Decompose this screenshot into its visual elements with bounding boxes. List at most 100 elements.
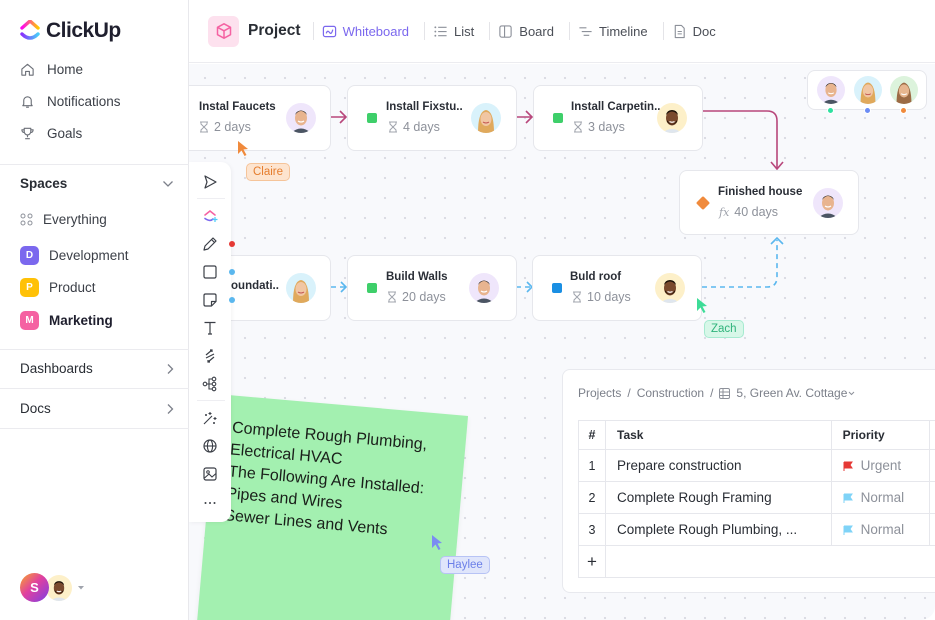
tab-timeline[interactable]: Timeline	[570, 24, 663, 39]
docs-item[interactable]: Docs	[20, 401, 174, 416]
spaces-header[interactable]: Spaces	[20, 176, 174, 191]
breadcrumb-item[interactable]: Construction	[637, 386, 704, 400]
assignee-cell[interactable]	[929, 481, 935, 514]
clickup-logo-icon	[20, 20, 40, 40]
column-header[interactable]: #	[578, 420, 606, 450]
tool-text[interactable]	[202, 320, 218, 336]
chevron-down-icon[interactable]	[162, 180, 174, 188]
milestone-diamond	[695, 195, 711, 211]
assignee-cell[interactable]	[929, 513, 935, 546]
add-row-empty[interactable]	[605, 545, 935, 578]
nav-goals[interactable]: Goals	[20, 126, 82, 141]
chevron-down-icon[interactable]	[848, 391, 855, 396]
table-row[interactable]: 1 Prepare construction Urgent	[578, 449, 935, 482]
status-square	[367, 113, 377, 123]
connector-icon	[205, 349, 215, 363]
space-label: Development	[49, 248, 129, 263]
breadcrumb-item[interactable]: Projects	[578, 386, 621, 400]
column-header[interactable]: Priority	[830, 420, 931, 450]
sticky-note[interactable]: Complete Rough Plumbing, Electrical HVAC…	[192, 394, 469, 620]
tab-whiteboard[interactable]: Whiteboard	[314, 24, 424, 39]
tool-connector[interactable]	[202, 348, 218, 364]
embedded-list-view: Projects / Construction / 5, Green Av. C…	[562, 369, 935, 593]
cursor-label-claire: Claire	[246, 163, 291, 181]
whiteboard-toolbar	[189, 162, 235, 522]
add-row[interactable]: +	[578, 545, 935, 578]
collaborator-avatar[interactable]	[817, 76, 845, 104]
tool-image[interactable]	[202, 466, 218, 482]
brand-name: ClickUp	[46, 19, 121, 42]
clickup-logo[interactable]: ClickUp	[20, 19, 121, 43]
tool-pointer[interactable]	[202, 174, 218, 190]
priority-cell[interactable]: Urgent	[830, 449, 931, 482]
tab-list[interactable]: List	[425, 24, 489, 39]
text-icon	[204, 321, 216, 335]
chevron-right-icon	[167, 403, 174, 414]
project-title: Project	[248, 22, 301, 39]
task-name[interactable]: Prepare construction	[605, 449, 832, 482]
space-marketing[interactable]: M Marketing	[20, 311, 113, 330]
pen-icon	[203, 237, 217, 251]
tab-doc[interactable]: Doc	[664, 24, 731, 39]
dashboards-item[interactable]: Dashboards	[20, 361, 174, 376]
space-everything-label: Everything	[43, 212, 107, 227]
tab-board[interactable]: Board	[490, 24, 569, 39]
task-name[interactable]: Complete Rough Framing	[605, 481, 832, 514]
task-card[interactable]: Instal Faucets 2 days	[189, 85, 331, 151]
assignee-cell[interactable]	[929, 449, 935, 482]
sidebar: ClickUp Home Notifications Goals Spaces …	[0, 0, 189, 620]
tool-sticky-note[interactable]	[202, 292, 218, 308]
task-name[interactable]: Complete Rough Plumbing, ...	[605, 513, 832, 546]
tool-magic[interactable]	[202, 410, 218, 426]
tool-mindmap[interactable]	[202, 376, 218, 392]
color-dot-red	[229, 241, 235, 247]
duration-text: 2 days	[214, 120, 251, 134]
task-card[interactable]: Install Fixstu.. 4 days	[347, 85, 517, 151]
nav-notifications[interactable]: Notifications	[20, 94, 121, 109]
assignee-avatar	[471, 103, 501, 133]
task-duration: 20 days	[387, 290, 446, 304]
column-header[interactable]: Task	[605, 420, 832, 450]
table-row[interactable]: 2 Complete Rough Framing Normal	[578, 481, 935, 514]
collaborator-avatar[interactable]	[854, 76, 882, 104]
task-card[interactable]: Buld roof 10 days	[532, 255, 702, 321]
space-development[interactable]: D Development	[20, 246, 129, 265]
tool-rectangle[interactable]	[202, 264, 218, 280]
home-icon	[21, 63, 34, 76]
magic-wand-icon	[203, 412, 217, 425]
table-row[interactable]: 3 Complete Rough Plumbing, ... Normal	[578, 513, 935, 546]
nav-notifications-label: Notifications	[47, 94, 121, 109]
column-header[interactable]: A	[929, 420, 935, 450]
row-number: 3	[578, 513, 606, 546]
space-label: Product	[49, 280, 96, 295]
table-icon	[719, 387, 731, 399]
task-card[interactable]: Build Walls 20 days	[347, 255, 517, 321]
tool-ai[interactable]	[202, 208, 218, 224]
priority-label: Normal	[860, 490, 905, 505]
color-dot-blue	[229, 297, 235, 303]
space-product[interactable]: P Product	[20, 278, 96, 297]
task-card[interactable]: Install Carpetin.. 3 days	[533, 85, 703, 151]
priority-cell[interactable]: Normal	[830, 481, 931, 514]
priority-cell[interactable]: Normal	[830, 513, 931, 546]
hourglass-icon	[389, 121, 397, 133]
tool-pen[interactable]	[202, 236, 218, 252]
nav-home[interactable]: Home	[20, 62, 83, 77]
tool-embed[interactable]	[202, 438, 218, 454]
tab-label: Whiteboard	[342, 23, 410, 39]
chevron-right-icon	[167, 363, 174, 374]
breadcrumb-item[interactable]: 5, Green Av. Cottage	[736, 386, 847, 400]
add-task-button[interactable]: +	[578, 545, 606, 578]
whiteboard-canvas[interactable]: Instal Faucets 2 days Install Fixstu.. 4…	[189, 64, 935, 620]
breadcrumb: Projects / Construction / 5, Green Av. C…	[578, 386, 855, 400]
tool-more[interactable]	[202, 494, 218, 510]
priority-label: Urgent	[860, 458, 902, 473]
space-everything[interactable]: Everything	[20, 212, 107, 227]
collaborator-avatar[interactable]	[890, 76, 918, 104]
collaborators-presence[interactable]	[807, 70, 927, 114]
milestone-card[interactable]: Finished house fx 40 days	[679, 170, 859, 235]
assignee-avatar	[286, 273, 316, 303]
user-menu[interactable]: S	[20, 573, 85, 602]
spaces-title: Spaces	[20, 176, 68, 191]
assignee-avatar	[286, 103, 316, 133]
